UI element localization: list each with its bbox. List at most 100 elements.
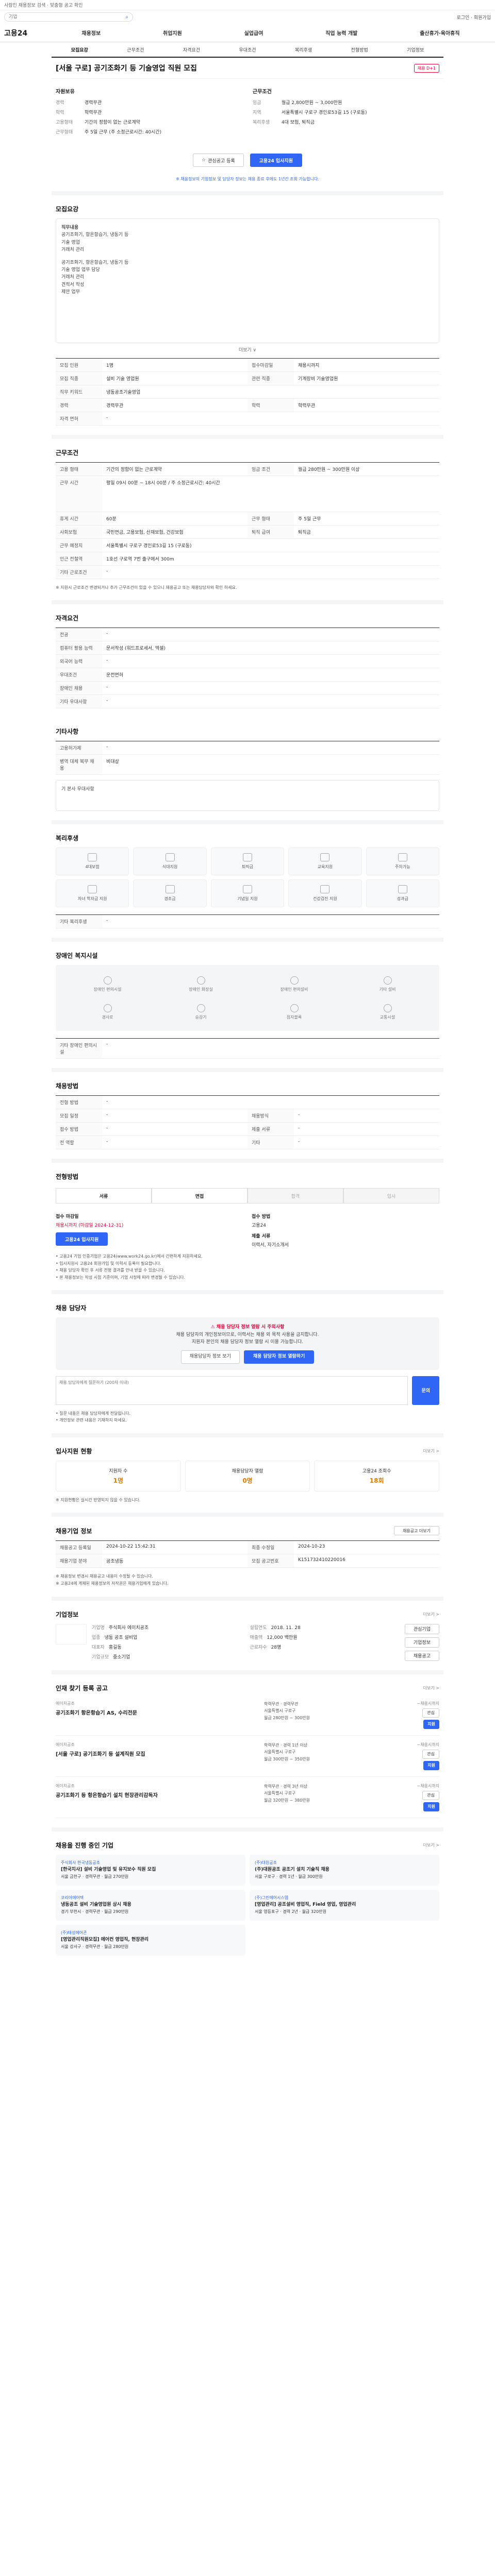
summary-left: 자원보유 경력 경력무관 학력 학력무관 고용형태 기간의 정함이 없는 근로계약 근… bbox=[56, 87, 242, 138]
table-cell: 채용시까지 bbox=[298, 363, 320, 368]
welfare-label: 퇴직금 bbox=[241, 865, 254, 870]
posting-more-button[interactable]: 채용공고 더보기 bbox=[393, 1526, 439, 1536]
disability-label: 장애인 편의시설 bbox=[93, 987, 122, 992]
table-cell: 주 5일 근무 bbox=[298, 516, 321, 522]
gnb-menu-training[interactable]: 직업 능력 개발 bbox=[325, 29, 357, 37]
desc-more-link[interactable]: 더보기 ∨ bbox=[56, 346, 439, 353]
tab-qualification[interactable]: 자격요건 bbox=[163, 46, 220, 53]
related-job-title[interactable]: 공기조화기 항온항습기 AS, 수리전문 bbox=[56, 1708, 264, 1716]
welfare-extra-table: 기타 복리후생 - bbox=[56, 914, 439, 929]
header-login-link[interactable]: 로그인 · 회원가입 bbox=[456, 14, 491, 21]
search-icon[interactable]: ⌕ bbox=[125, 14, 128, 20]
table-row: 전공 - bbox=[56, 628, 439, 642]
table-header: 고용허가제 bbox=[56, 741, 102, 755]
similar-card[interactable]: (주)그린에어시스템 [영업관리] 공조설비 영업직, Field 영업, 영업관… bbox=[250, 1889, 439, 1921]
similar-card[interactable]: 주식회사 한국냉동공조 [한국지사] 설비 기술영업 및 유지보수 직원 모집 서울… bbox=[56, 1854, 245, 1886]
related-job-title[interactable]: 공기조화기 등 항온항습기 설치 현장관리감독자 bbox=[56, 1791, 264, 1799]
list-item[interactable]: 에이치공조 공기조화기 등 항온항습기 설치 현장관리감독자 학력무관 · 경력 … bbox=[56, 1777, 439, 1818]
desc-line: 제안 업무 bbox=[61, 290, 80, 295]
company-jobs-button[interactable]: 채용공고 bbox=[404, 1650, 439, 1661]
elevator-icon bbox=[196, 1004, 205, 1012]
related-apply-button[interactable]: 지원 bbox=[423, 1719, 439, 1729]
qa-textarea[interactable] bbox=[56, 1376, 408, 1405]
summary-key: 고용형태 bbox=[56, 120, 73, 125]
tab-preference[interactable]: 우대조건 bbox=[220, 46, 276, 53]
table-cell: - bbox=[298, 1112, 300, 1118]
company-field-value: 28명 bbox=[271, 1645, 282, 1650]
gnb-menu-benefit[interactable]: 실업급여 bbox=[244, 29, 263, 37]
company-info-button[interactable]: 기업정보 bbox=[404, 1637, 439, 1648]
similar-job-title[interactable]: 냉동공조 설비 기술영업원 상시 채용 bbox=[61, 1901, 240, 1908]
bonus-icon bbox=[398, 885, 407, 894]
welfare-item: 건강검진 지원 bbox=[288, 879, 362, 908]
related-company: 에이치공조 bbox=[56, 1701, 75, 1706]
table-row: 채용공고 등록일 2024-10-22 15:42:31 최종 수정일 2024-10… bbox=[56, 1541, 439, 1555]
status-more-link[interactable]: 더보기 > bbox=[423, 1448, 439, 1454]
desc-line: 기술 영업 bbox=[61, 240, 80, 245]
related-apply-button[interactable]: 지원 bbox=[423, 1802, 439, 1811]
similar-job-title[interactable]: [영업관리직원모집] 에어컨 영업직, 현장관리 bbox=[61, 1936, 240, 1943]
related-job-title[interactable]: [서울 구로] 공기조화기 등 설계직원 모집 bbox=[56, 1750, 264, 1757]
search-input[interactable] bbox=[9, 14, 126, 20]
table-header: 외국어 능력 bbox=[56, 655, 102, 668]
similar-more-link[interactable]: 더보기 > bbox=[423, 1842, 439, 1848]
company-more-link[interactable]: 더보기 > bbox=[423, 1612, 439, 1617]
list-item[interactable]: 에이치공조 [서울 구로] 공기조화기 등 설계직원 모집 학력무관 · 경력 1… bbox=[56, 1736, 439, 1777]
table-cell: 운전면허 bbox=[106, 673, 124, 679]
tab-recruit[interactable]: 모집요강 bbox=[52, 46, 108, 53]
company-field-key: 매출액 bbox=[250, 1635, 263, 1640]
screening-table: 전형 방법 - 모집 일정 - 채용방식 - 접수 방법 - 제출 서류 - 전 역할 - 기타 - bbox=[56, 1095, 439, 1150]
related-save-button[interactable]: 관심 bbox=[422, 1708, 439, 1718]
star-icon: ☆ bbox=[202, 158, 206, 163]
related-meta: 서울특별시 구로구 bbox=[264, 1708, 296, 1714]
summary-key: 근무형태 bbox=[56, 130, 73, 135]
preference-title: 기타사항 bbox=[56, 728, 79, 736]
tab-screening[interactable]: 전형방법 bbox=[332, 46, 388, 53]
apply-button-2[interactable]: 고용24 입사지원 bbox=[56, 1232, 108, 1246]
summary-row: 임금 월급 2,800만원 ~ 3,000만원 bbox=[253, 99, 439, 106]
list-item[interactable]: 에이치공조 공기조화기 항온항습기 AS, 수리전문 학력무관 · 경력무관 서울특… bbox=[56, 1694, 439, 1736]
welfare-item: 경조금 bbox=[133, 879, 207, 908]
related-more-link[interactable]: 더보기 > bbox=[423, 1685, 439, 1691]
search-box[interactable]: ⌕ bbox=[4, 12, 133, 22]
related-apply-button[interactable]: 지원 bbox=[423, 1760, 439, 1770]
similar-job-title[interactable]: [영업관리] 공조설비 영업직, Field 영업, 영업관리 bbox=[255, 1901, 434, 1908]
divider bbox=[52, 1433, 443, 1437]
table-header: 근무 형태 bbox=[248, 512, 294, 525]
welfare-label: 자녀 학자금 지원 bbox=[77, 896, 107, 902]
gnb-menu-leave[interactable]: 출산휴가·육아휴직 bbox=[420, 29, 459, 37]
related-company: 에이치공조 bbox=[56, 1783, 75, 1788]
similar-card[interactable]: (주)태성에어콘 [영업관리직원모집] 에어컨 영업직, 현장관리 서울 강서구 ·… bbox=[56, 1924, 245, 1956]
table-cell: - bbox=[106, 1126, 108, 1131]
disability-item: 장애인 화장실 bbox=[156, 972, 245, 996]
welfare-item: 식대지원 bbox=[133, 848, 207, 876]
related-save-button[interactable]: 관심 bbox=[422, 1749, 439, 1759]
contact-view-button[interactable]: 채용담당자 정보 보기 bbox=[180, 1350, 240, 1364]
similar-job-title[interactable]: [한국지사] 설비 기술영업 및 유지보수 직원 모집 bbox=[61, 1866, 240, 1873]
similar-company: (주)그린에어시스템 bbox=[255, 1895, 289, 1900]
apply-button[interactable]: 고용24 입사지원 bbox=[250, 154, 302, 167]
gnb-menu-jobs[interactable]: 채용정보 bbox=[81, 29, 101, 37]
contact-open-button[interactable]: 채용 담당자 정보 열람하기 bbox=[243, 1350, 315, 1364]
status-label: 고용24 조회수 bbox=[362, 1468, 391, 1474]
similar-card[interactable]: (주)대원공조 (주)대원공조 공조기 설치 기술직 채용 서울 구로구 · 경력 … bbox=[250, 1854, 439, 1886]
process-note: • 본 채용정보는 작성 시점 기준이며, 기업 사정에 따라 변경될 수 있습… bbox=[56, 1275, 186, 1280]
related-save-button[interactable]: 관심 bbox=[422, 1790, 439, 1800]
tab-welfare[interactable]: 복리후생 bbox=[275, 46, 332, 53]
similar-card[interactable]: 코리아에어텍 냉동공조 설비 기술영업원 상시 채용 경기 부천시 · 경력무관 ·… bbox=[56, 1889, 245, 1921]
tab-conditions[interactable]: 근무조건 bbox=[108, 46, 164, 53]
apply-deadline-value: 채용시까지 (마감일 2024-12-31) bbox=[56, 1223, 124, 1229]
scrap-button[interactable]: ☆ 관심공고 등록 bbox=[193, 154, 244, 167]
site-logo[interactable]: 고용24 bbox=[4, 28, 51, 38]
similar-job-title[interactable]: (주)대원공조 공조기 설치 기술직 채용 bbox=[255, 1866, 434, 1873]
table-cell: 평일 09시 00분 ~ 18시 00분 / 주 소정근로시간: 40시간 bbox=[106, 480, 220, 486]
qa-submit-button[interactable]: 문의 bbox=[412, 1376, 439, 1405]
company-favorite-button[interactable]: 관심기업 bbox=[404, 1623, 439, 1634]
table-header: 기타 bbox=[248, 1136, 294, 1149]
welfare-grid: 4대보험 식대지원 퇴직금 교육지원 주차가능 자녀 학자금 지원 경조금 기념… bbox=[56, 848, 439, 908]
gnb-menu-support[interactable]: 취업지원 bbox=[163, 29, 182, 37]
company-field: 매출액 12,000 백만원 bbox=[250, 1634, 399, 1641]
contact-qa: 문의 bbox=[56, 1376, 439, 1405]
table-cell: - bbox=[298, 1126, 300, 1131]
tab-company[interactable]: 기업정보 bbox=[387, 46, 443, 53]
